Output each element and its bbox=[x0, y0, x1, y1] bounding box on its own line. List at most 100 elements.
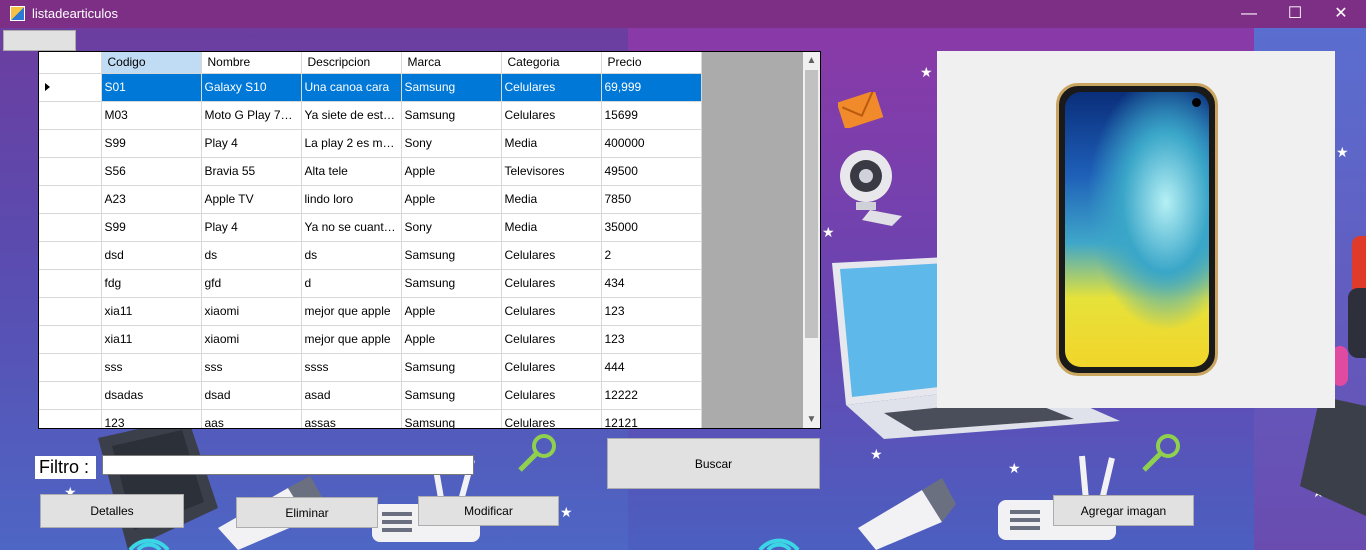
table-row[interactable]: dsd ds ds Samsung Celulares 2 bbox=[39, 241, 702, 270]
articles-grid[interactable]: Codigo Nombre Descripcion Marca Categoria Pre… bbox=[38, 51, 821, 429]
add-image-button[interactable]: Agregar imagan bbox=[1053, 495, 1194, 526]
table-row[interactable]: xia11 xiaomi mejor que apple Apple Celulares… bbox=[39, 297, 702, 326]
row-header[interactable] bbox=[39, 297, 102, 326]
table-cell[interactable]: Sony bbox=[401, 129, 502, 158]
row-header[interactable] bbox=[39, 409, 102, 428]
details-button[interactable]: Detalles bbox=[40, 494, 184, 528]
table-cell[interactable]: Televisores bbox=[501, 157, 602, 186]
table-cell[interactable]: 35000 bbox=[601, 213, 702, 242]
table-cell[interactable]: xiaomi bbox=[201, 297, 302, 326]
minimize-button[interactable]: — bbox=[1226, 0, 1272, 28]
vertical-scrollbar[interactable]: ▲ ▼ bbox=[803, 52, 820, 428]
table-cell[interactable]: Samsung bbox=[401, 269, 502, 298]
table-cell[interactable]: Apple TV bbox=[201, 185, 302, 214]
table-cell[interactable]: ssss bbox=[301, 353, 402, 382]
table-cell[interactable]: S56 bbox=[101, 157, 202, 186]
column-header[interactable]: Codigo bbox=[101, 52, 202, 74]
table-cell[interactable]: Samsung bbox=[401, 73, 502, 102]
table-cell[interactable]: Apple bbox=[401, 325, 502, 354]
row-header[interactable] bbox=[39, 241, 102, 270]
table-cell[interactable]: 434 bbox=[601, 269, 702, 298]
table-row[interactable]: 123 aas assas Samsung Celulares 12121 bbox=[39, 409, 702, 428]
filter-input[interactable] bbox=[102, 455, 474, 475]
table-cell[interactable]: mejor que apple bbox=[301, 325, 402, 354]
table-cell[interactable]: Samsung bbox=[401, 381, 502, 410]
table-row[interactable]: dsadas dsad asad Samsung Celulares 12222 bbox=[39, 381, 702, 410]
table-cell[interactable]: ds bbox=[301, 241, 402, 270]
table-cell[interactable]: asad bbox=[301, 381, 402, 410]
table-cell[interactable]: 7850 bbox=[601, 185, 702, 214]
modify-button[interactable]: Modificar bbox=[418, 496, 559, 526]
table-cell[interactable]: sss bbox=[101, 353, 202, 382]
table-cell[interactable]: M03 bbox=[101, 101, 202, 130]
table-cell[interactable]: fdg bbox=[101, 269, 202, 298]
table-cell[interactable]: Apple bbox=[401, 157, 502, 186]
table-cell[interactable]: 12121 bbox=[601, 409, 702, 428]
scrollbar-thumb[interactable] bbox=[805, 70, 818, 338]
table-cell[interactable]: Una canoa cara bbox=[301, 73, 402, 102]
table-row[interactable]: S99 Play 4 Ya no se cuantas... Sony Media 350… bbox=[39, 213, 702, 242]
table-cell[interactable]: aas bbox=[201, 409, 302, 428]
table-cell[interactable]: assas bbox=[301, 409, 402, 428]
table-cell[interactable]: Play 4 bbox=[201, 129, 302, 158]
table-cell[interactable]: S99 bbox=[101, 213, 202, 242]
table-cell[interactable]: Galaxy S10 bbox=[201, 73, 302, 102]
row-header[interactable] bbox=[39, 157, 102, 186]
table-cell[interactable]: A23 bbox=[101, 185, 202, 214]
table-cell[interactable]: 400000 bbox=[601, 129, 702, 158]
table-row[interactable]: S99 Play 4 La play 2 es mejor Sony Media 4000… bbox=[39, 129, 702, 158]
table-cell[interactable]: Bravia 55 bbox=[201, 157, 302, 186]
column-header[interactable]: Descripcion bbox=[301, 52, 402, 74]
table-cell[interactable]: Celulares bbox=[501, 297, 602, 326]
row-header[interactable] bbox=[39, 353, 102, 382]
table-cell[interactable]: Media bbox=[501, 129, 602, 158]
table-cell[interactable]: sss bbox=[201, 353, 302, 382]
row-header[interactable] bbox=[39, 325, 102, 354]
table-cell[interactable]: Celulares bbox=[501, 409, 602, 428]
table-row[interactable]: xia11 xiaomi mejor que apple Apple Celulares… bbox=[39, 325, 702, 354]
table-row[interactable]: S56 Bravia 55 Alta tele Apple Televisores 495… bbox=[39, 157, 702, 186]
table-cell[interactable]: dsd bbox=[101, 241, 202, 270]
row-header[interactable] bbox=[39, 213, 102, 242]
table-cell[interactable]: Samsung bbox=[401, 353, 502, 382]
row-header[interactable] bbox=[39, 381, 102, 410]
table-cell[interactable]: 444 bbox=[601, 353, 702, 382]
table-cell[interactable]: gfd bbox=[201, 269, 302, 298]
table-cell[interactable]: Sony bbox=[401, 213, 502, 242]
table-cell[interactable]: dsadas bbox=[101, 381, 202, 410]
row-header[interactable] bbox=[39, 269, 102, 298]
table-cell[interactable]: Samsung bbox=[401, 409, 502, 428]
row-header[interactable] bbox=[39, 185, 102, 214]
table-row[interactable]: fdg gfd d Samsung Celulares 434 bbox=[39, 269, 702, 298]
table-cell[interactable]: Apple bbox=[401, 185, 502, 214]
table-cell[interactable]: xiaomi bbox=[201, 325, 302, 354]
table-cell[interactable]: xia11 bbox=[101, 325, 202, 354]
column-header[interactable]: Marca bbox=[401, 52, 502, 74]
strip-button[interactable] bbox=[3, 30, 76, 51]
table-cell[interactable]: 2 bbox=[601, 241, 702, 270]
table-cell[interactable]: 123 bbox=[601, 297, 702, 326]
table-cell[interactable]: Ya no se cuantas... bbox=[301, 213, 402, 242]
table-cell[interactable]: 15699 bbox=[601, 101, 702, 130]
column-header[interactable]: Precio bbox=[601, 52, 702, 74]
table-cell[interactable]: Celulares bbox=[501, 325, 602, 354]
table-cell[interactable]: 123 bbox=[101, 409, 202, 428]
table-cell[interactable]: S99 bbox=[101, 129, 202, 158]
table-cell[interactable]: Play 4 bbox=[201, 213, 302, 242]
table-row[interactable]: M03 Moto G Play 7ma... Ya siete de estos? S… bbox=[39, 101, 702, 130]
delete-button[interactable]: Eliminar bbox=[236, 497, 378, 528]
table-cell[interactable]: Celulares bbox=[501, 241, 602, 270]
scroll-up-arrow-icon[interactable]: ▲ bbox=[803, 52, 820, 69]
row-header[interactable] bbox=[39, 101, 102, 130]
table-cell[interactable]: mejor que apple bbox=[301, 297, 402, 326]
table-cell[interactable]: Moto G Play 7ma... bbox=[201, 101, 302, 130]
row-header[interactable] bbox=[39, 73, 102, 102]
table-row[interactable]: A23 Apple TV lindo loro Apple Media 7850 bbox=[39, 185, 702, 214]
table-cell[interactable]: Celulares bbox=[501, 269, 602, 298]
table-cell[interactable]: Samsung bbox=[401, 101, 502, 130]
scroll-down-arrow-icon[interactable]: ▼ bbox=[803, 411, 820, 428]
table-cell[interactable]: ds bbox=[201, 241, 302, 270]
table-cell[interactable]: Celulares bbox=[501, 101, 602, 130]
table-cell[interactable]: Media bbox=[501, 213, 602, 242]
table-cell[interactable]: dsad bbox=[201, 381, 302, 410]
